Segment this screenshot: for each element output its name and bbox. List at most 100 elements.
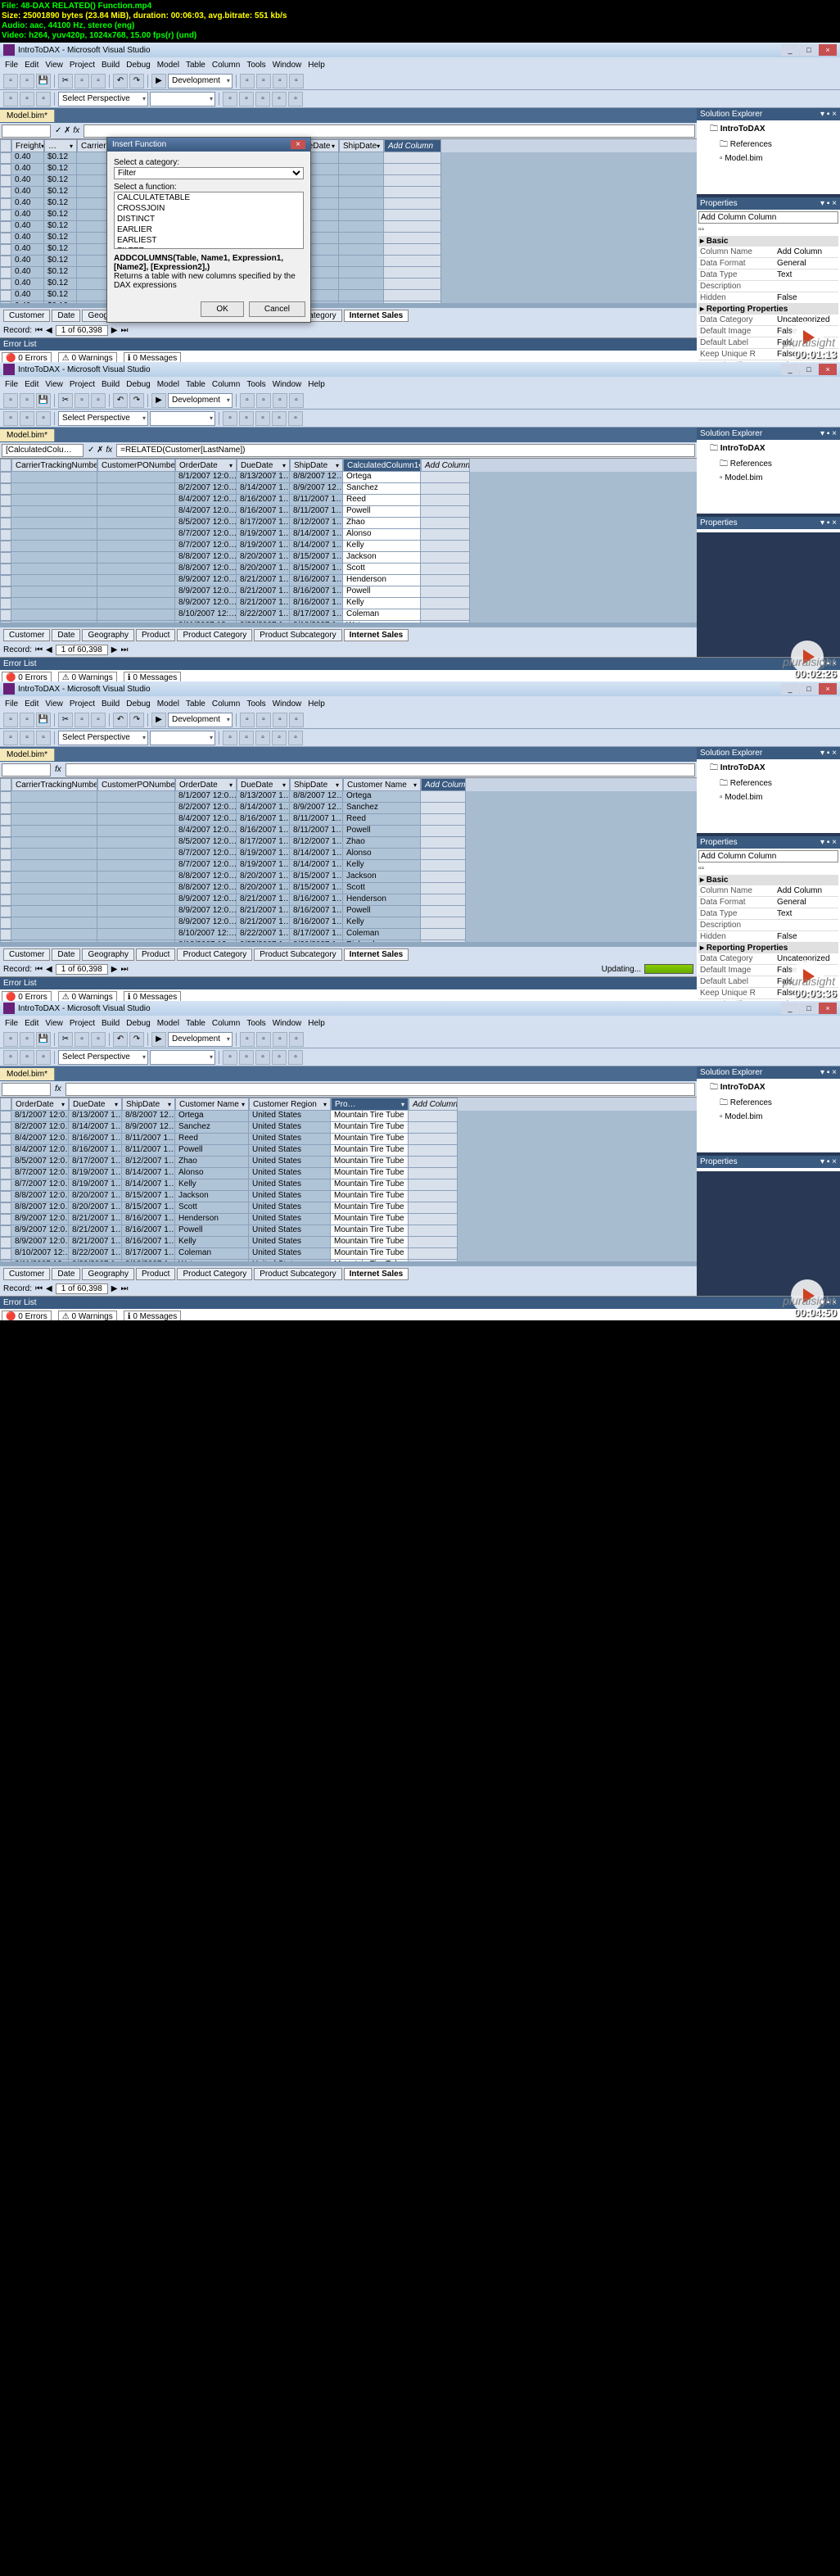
add-column-header[interactable]: Add Column	[421, 459, 470, 472]
play-icon[interactable]: ▶	[151, 393, 166, 408]
menu-item[interactable]: Table	[186, 61, 205, 70]
menu-item[interactable]: View	[45, 380, 63, 389]
nav-next-icon[interactable]: ▶	[111, 1284, 118, 1293]
menu-item[interactable]: Column	[212, 380, 240, 389]
add-column-header[interactable]: Add Colum	[421, 778, 466, 791]
prop-row[interactable]: Data FormatGeneral	[698, 258, 838, 269]
open-icon[interactable]: ▫	[20, 1032, 34, 1047]
minimize-button[interactable]: _	[781, 683, 799, 695]
doc-tab[interactable]: Model.bim*	[0, 1068, 55, 1080]
menu-item[interactable]: Build	[102, 61, 120, 70]
perspective-combo[interactable]: Select Perspective	[58, 731, 148, 745]
sheet-tab[interactable]: Customer	[3, 629, 50, 641]
prop-row[interactable]: Data FormatGeneral	[698, 897, 838, 908]
warnings-filter[interactable]: ⚠ 0 Warnings	[58, 991, 117, 1001]
column-header[interactable]: Customer Region▾	[249, 1098, 331, 1111]
prop-row[interactable]: Column NameAdd Column	[698, 885, 838, 897]
column-header[interactable]: DueDate▾	[69, 1098, 122, 1111]
menu-item[interactable]: Tools	[246, 61, 265, 70]
column-header[interactable]: Customer Name▾	[343, 778, 421, 791]
tree-refs[interactable]: 🗀 References	[698, 1096, 838, 1111]
record-position[interactable]: 1 of 60,398	[56, 645, 108, 655]
cut-icon[interactable]: ✂	[58, 74, 73, 88]
close-button[interactable]: ×	[819, 364, 837, 375]
menu-item[interactable]: Tools	[246, 1019, 265, 1028]
column-header[interactable]: Pro…▾	[331, 1098, 409, 1111]
config-combo[interactable]: Development	[168, 1032, 233, 1047]
play-icon[interactable]: ▶	[151, 74, 166, 88]
default-combo[interactable]	[150, 92, 215, 106]
menu-item[interactable]: Tools	[246, 380, 265, 389]
menu-item[interactable]: Column	[212, 699, 240, 709]
nav-next-icon[interactable]: ▶	[111, 965, 118, 974]
maximize-button[interactable]: □	[800, 1003, 818, 1014]
nav-next-icon[interactable]: ▶	[111, 645, 118, 654]
formula-bar[interactable]	[84, 124, 695, 138]
menu-item[interactable]: Table	[186, 1019, 205, 1028]
prop-row[interactable]: Description	[698, 281, 838, 292]
menu-item[interactable]: Debug	[126, 1019, 150, 1028]
play-icon[interactable]: ▶	[151, 1032, 166, 1047]
menu-item[interactable]: File	[5, 699, 18, 709]
ok-button[interactable]: OK	[201, 301, 243, 317]
sheet-tab[interactable]: Date	[52, 629, 80, 641]
undo-icon[interactable]: ↶	[113, 393, 128, 408]
minimize-button[interactable]: _	[781, 364, 799, 375]
nav-prev-icon[interactable]: ◀	[46, 326, 52, 335]
errors-filter[interactable]: 🔴 0 Errors	[2, 672, 52, 681]
warnings-filter[interactable]: ⚠ 0 Warnings	[58, 352, 117, 362]
new-icon[interactable]: ▫	[3, 393, 18, 408]
name-box[interactable]	[2, 1083, 51, 1096]
undo-icon[interactable]: ↶	[113, 713, 128, 727]
tree-model[interactable]: ▫ Model.bim	[698, 1111, 838, 1122]
column-header[interactable]: DueDate▾	[237, 778, 290, 791]
paste-icon[interactable]: ▫	[91, 74, 106, 88]
copy-icon[interactable]: ▫	[75, 393, 89, 408]
menu-item[interactable]: Build	[102, 380, 120, 389]
column-header[interactable]: CarrierTrackingNumber▾	[11, 778, 97, 791]
sheet-tab[interactable]: Product Subcategory	[254, 629, 341, 641]
sheet-tab[interactable]: Date	[52, 948, 80, 961]
panel-close-icon[interactable]: ▾ ▪ ×	[820, 749, 837, 758]
config-combo[interactable]: Development	[168, 74, 233, 88]
prop-row[interactable]: Description	[698, 920, 838, 931]
cut-icon[interactable]: ✂	[58, 393, 73, 408]
menu-item[interactable]: Help	[308, 699, 325, 709]
nav-last-icon[interactable]: ⏭	[120, 326, 128, 335]
props-object-combo[interactable]: Add Column Column	[698, 211, 838, 224]
copy-icon[interactable]: ▫	[75, 713, 89, 727]
column-header[interactable]: OrderDate▾	[175, 778, 237, 791]
save-icon[interactable]: 💾	[36, 713, 51, 727]
column-header[interactable]: OrderDate▾	[175, 459, 237, 472]
warnings-filter[interactable]: ⚠ 0 Warnings	[58, 672, 117, 681]
sheet-tab[interactable]: Product Subcategory	[254, 948, 341, 961]
sheet-tab[interactable]: Product Category	[177, 948, 252, 961]
save-icon[interactable]: 💾	[36, 393, 51, 408]
cut-icon[interactable]: ✂	[58, 1032, 73, 1047]
minimize-button[interactable]: _	[781, 1003, 799, 1014]
tree-refs[interactable]: 🗀 References	[698, 138, 838, 153]
undo-icon[interactable]: ↶	[113, 1032, 128, 1047]
menu-item[interactable]: Build	[102, 699, 120, 709]
doc-tab[interactable]: Model.bim*	[0, 749, 55, 761]
menu-item[interactable]: Window	[273, 380, 302, 389]
menu-item[interactable]: Window	[273, 61, 302, 70]
menu-item[interactable]: Project	[70, 61, 95, 70]
sheet-tab[interactable]: Internet Sales	[344, 948, 409, 961]
formula-bar[interactable]	[65, 1083, 695, 1096]
nav-last-icon[interactable]: ⏭	[120, 645, 128, 654]
sheet-tab[interactable]: Product	[136, 629, 175, 641]
menu-item[interactable]: Edit	[25, 61, 38, 70]
props-object-combo[interactable]: Add Column Column	[698, 850, 838, 862]
perspective-combo[interactable]: Select Perspective	[58, 1050, 148, 1065]
new-icon[interactable]: ▫	[3, 1032, 18, 1047]
prop-row[interactable]: HiddenFalse	[698, 292, 838, 304]
sheet-tab[interactable]: Geography	[82, 948, 133, 961]
column-header[interactable]: CalculatedColumn1▾	[343, 459, 421, 472]
category-select[interactable]: Filter	[114, 167, 304, 179]
panel-close-icon[interactable]: ▾ ▪ ×	[820, 110, 837, 119]
sheet-tab[interactable]: Customer	[3, 948, 50, 961]
perspective-combo[interactable]: Select Perspective	[58, 411, 148, 426]
nav-prev-icon[interactable]: ◀	[46, 1284, 52, 1293]
config-combo[interactable]: Development	[168, 713, 233, 727]
